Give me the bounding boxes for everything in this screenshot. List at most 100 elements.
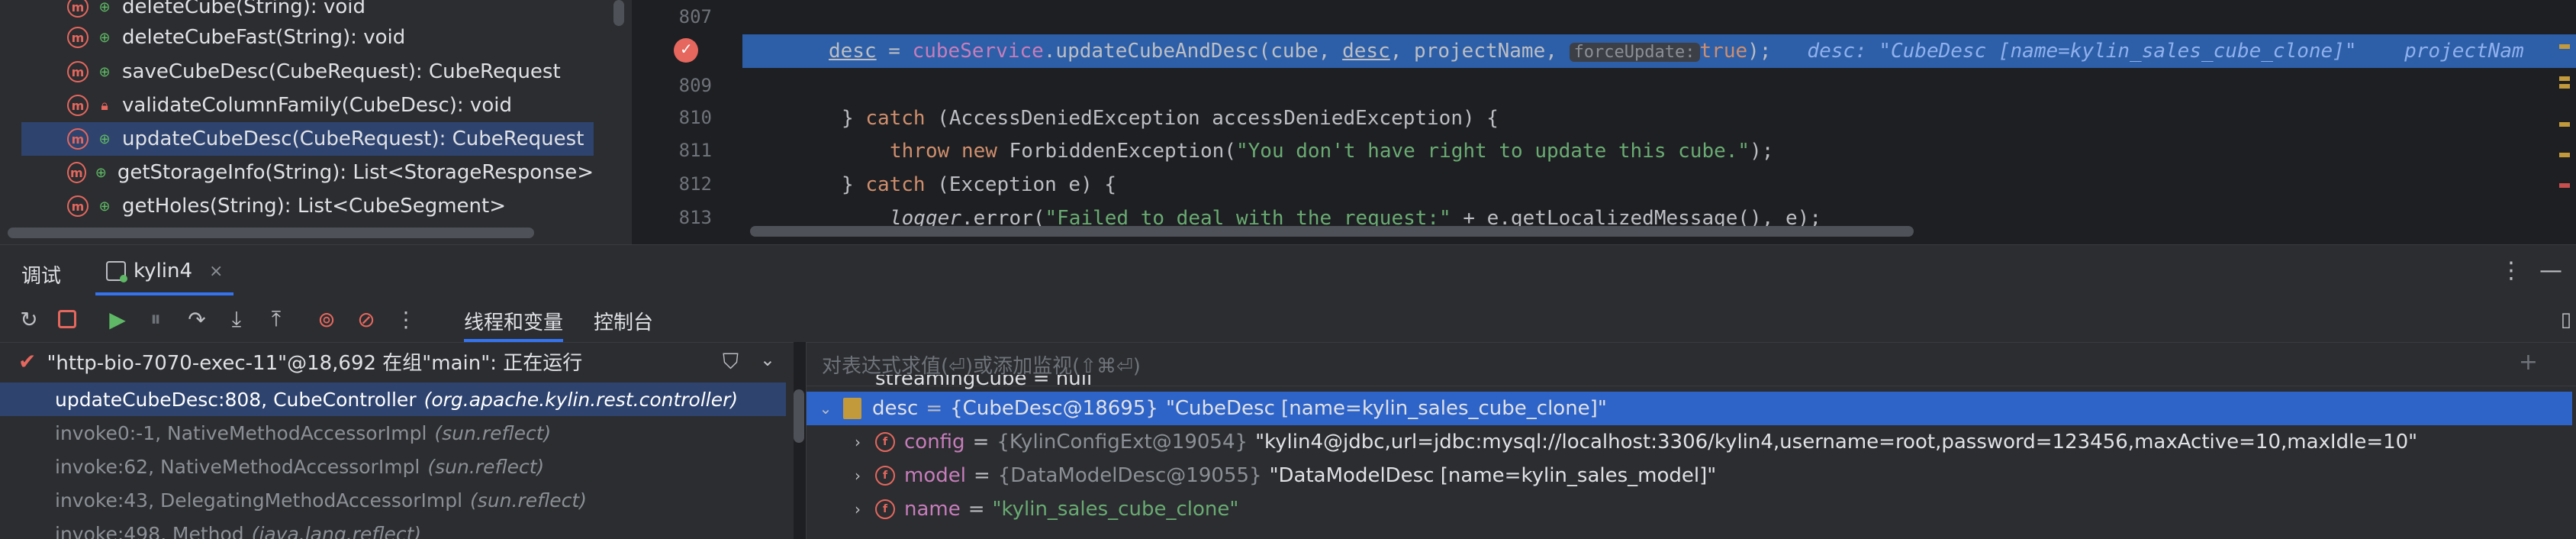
rerun-icon[interactable]: ↻ (14, 304, 44, 334)
code-line-808[interactable]: desc = cubeService.updateCubeAndDesc(cub… (829, 34, 2524, 68)
debug-session-tab[interactable]: kylin4 × (95, 250, 234, 295)
step-into-icon[interactable]: ⤓ (221, 304, 252, 334)
structure-horizontal-scrollbar[interactable] (8, 228, 534, 238)
debug-toolbar: ↻ ▶ ⏸ ↷ ⤓ ⤒ ⊚ ⊘ ⋮ 线程和变量 控制台 ▯ (0, 298, 2576, 342)
frames-scrollbar[interactable] (794, 389, 804, 443)
add-watch-icon[interactable]: + (2519, 349, 2538, 376)
code-token: catch (865, 107, 926, 130)
method-label: deleteCube(String): void (122, 0, 365, 18)
editor-gutter[interactable]: 807 809 810 811 812 813 ✓ (632, 0, 742, 244)
variable-row[interactable]: › f config = {KylinConfigExt@19054} "kyl… (807, 425, 2576, 459)
stack-frame[interactable]: invoke0:-1, NativeMethodAccessorImpl (sun… (0, 416, 786, 450)
code-line-812[interactable]: } catch (Exception e) { (842, 168, 1116, 202)
method-label: getStorageInfo(String): List<StorageResp… (117, 161, 594, 184)
structure-panel: m ⊕ deleteCube(String): void m ⊕ deleteC… (0, 0, 632, 244)
warning-mark[interactable] (2559, 44, 2570, 49)
method-item[interactable]: m ⊕ deleteCubeFast(String): void (21, 21, 594, 54)
public-lock-icon: ⊕ (95, 164, 107, 181)
stack-frame[interactable]: invoke:62, NativeMethodAccessorImpl (sun.… (0, 450, 786, 483)
code-token: (Exception e) { (925, 173, 1117, 196)
thread-selector[interactable]: ✔ "http-bio-7070-exec-11"@18,692 在组"main… (0, 343, 794, 379)
method-label: deleteCubeFast(String): void (122, 26, 406, 49)
parameter-hint: forceUpdate: (1569, 43, 1700, 62)
variable-name: name (904, 498, 961, 521)
code-token: .updateCubeAndDesc(cube, (1043, 40, 1343, 63)
more-actions-icon[interactable]: ⋮ (391, 304, 421, 334)
frame-method: invoke:43, DelegatingMethodAccessorImpl (55, 489, 463, 512)
step-over-icon[interactable]: ↷ (182, 304, 212, 334)
method-label: updateCubeDesc(CubeRequest): CubeRequest (122, 127, 584, 150)
layout-icon[interactable]: ▯ (2561, 308, 2571, 331)
code-token: catch (865, 173, 926, 196)
warning-mark[interactable] (2559, 76, 2570, 81)
chevron-right-icon[interactable]: › (848, 500, 868, 518)
line-number: 811 (678, 140, 712, 161)
method-item[interactable]: m ⊕ saveCubeDesc(CubeRequest): CubeReque… (21, 55, 594, 89)
filter-icon[interactable]: ⛉ (723, 349, 739, 375)
mute-breakpoints-icon[interactable]: ⊘ (351, 304, 382, 334)
variable-row-selected[interactable]: ⌄ desc = {CubeDesc@18695} "CubeDesc [nam… (807, 392, 2572, 425)
stack-frame[interactable]: invoke:43, DelegatingMethodAccessorImpl (… (0, 483, 786, 517)
variable-row[interactable]: › f model = {DataModelDesc@19055} "DataM… (807, 459, 2576, 492)
method-item-selected[interactable]: m ⊕ updateCubeDesc(CubeRequest): CubeReq… (21, 122, 594, 156)
method-item[interactable]: m ⊕ getStorageInfo(String): List<Storage… (21, 156, 594, 189)
chevron-right-icon[interactable]: › (848, 466, 868, 485)
code-token: (AccessDeniedException accessDeniedExcep… (925, 107, 1499, 130)
step-out-icon[interactable]: ⤒ (261, 304, 291, 334)
variable-row[interactable]: › f name = "kylin_sales_cube_clone" (807, 492, 2576, 526)
variable-row[interactable]: streamingCube = null (807, 375, 2576, 390)
resume-icon[interactable]: ▶ (102, 304, 133, 334)
warning-mark[interactable] (2559, 84, 2570, 89)
method-label: validateColumnFamily(CubeDesc): void (122, 94, 512, 117)
thread-status-check-icon: ✔ (18, 348, 37, 374)
editor-horizontal-scrollbar[interactable] (750, 226, 1914, 237)
close-icon[interactable]: × (209, 262, 223, 281)
tab-console[interactable]: 控制台 (594, 307, 653, 342)
warning-mark[interactable] (2559, 122, 2570, 127)
code-token: } (842, 173, 866, 196)
code-token: true (1699, 40, 1748, 63)
variables-panel: 对表达式求值(⏎)或添加监视(⇧⌘⏎) + streamingCube = nu… (806, 342, 2576, 539)
variable-value: "CubeDesc [name=kylin_sales_cube_clone]" (1165, 397, 1607, 420)
chevron-right-icon[interactable]: › (848, 433, 868, 451)
code-token: desc (1342, 40, 1390, 63)
pause-icon[interactable]: ⏸ (140, 304, 171, 334)
stack-frame[interactable]: invoke:498, Method (java.lang.reflect) (0, 517, 786, 539)
stack-frame[interactable]: updateCubeDesc:808, CubeController (org.a… (0, 382, 786, 416)
method-label: saveCubeDesc(CubeRequest): CubeRequest (122, 60, 561, 83)
frame-method: invoke:62, NativeMethodAccessorImpl (55, 455, 420, 478)
frame-method: updateCubeDesc:808, CubeController (55, 388, 417, 411)
code-token: "You don't have right to update this cub… (1235, 140, 1750, 163)
method-label: getHoles(String): List<CubeSegment> (122, 195, 506, 218)
code-token: throw (890, 140, 950, 163)
chevron-down-icon[interactable]: ⌄ (760, 349, 775, 370)
error-mark[interactable] (2559, 183, 2570, 188)
code-token: new (961, 140, 997, 163)
chevron-down-icon[interactable]: ⌄ (816, 399, 836, 418)
code-token: desc (829, 40, 877, 63)
editor-error-stripe[interactable] (2559, 0, 2570, 244)
warning-mark[interactable] (2559, 153, 2570, 157)
field-icon: f (875, 499, 895, 519)
code-line-810[interactable]: } catch (AccessDeniedException accessDen… (842, 102, 1499, 135)
code-token: ); (1747, 40, 1772, 63)
method-item[interactable]: m ⊕ getHoles(String): List<CubeSegment> (21, 189, 594, 223)
code-editor[interactable]: 807 809 810 811 812 813 ✓ desc = cubeSer… (632, 0, 2576, 244)
stop-icon[interactable] (52, 304, 82, 334)
minimize-icon[interactable]: — (2539, 257, 2562, 284)
method-icon: m (67, 61, 89, 82)
method-item[interactable]: m 🔒︎ validateColumnFamily(CubeDesc): voi… (21, 89, 594, 122)
view-breakpoints-icon[interactable]: ⊚ (311, 304, 342, 334)
frame-package: (sun.reflect) (427, 455, 545, 478)
frame-package: (sun.reflect) (434, 421, 552, 444)
line-number: 813 (678, 207, 712, 228)
code-line-811[interactable]: throw new ForbiddenException("You don't … (890, 134, 1773, 168)
debug-tool-window-header: 调试 kylin4 × ⋮ — (0, 244, 2576, 298)
structure-vertical-scrollbar[interactable] (613, 0, 624, 26)
more-options-icon[interactable]: ⋮ (2500, 257, 2523, 284)
code-token: ForbiddenException( (997, 140, 1236, 163)
tab-threads-variables[interactable]: 线程和变量 (464, 307, 564, 342)
code-token: } (842, 107, 866, 130)
code-token: ); (1750, 140, 1774, 163)
